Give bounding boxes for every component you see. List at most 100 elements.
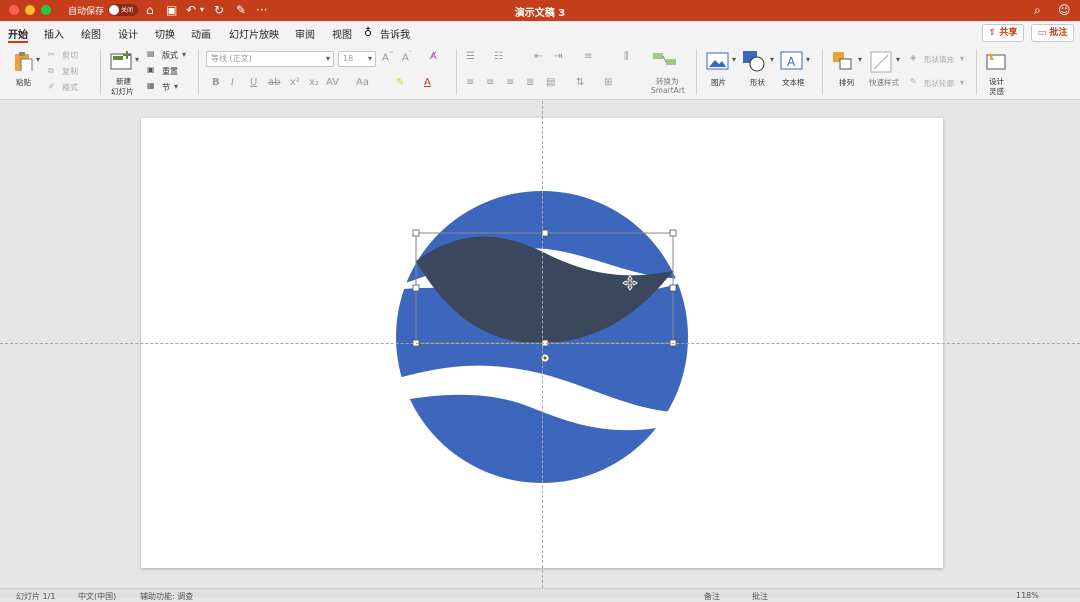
- textbox-label[interactable]: 文本框: [782, 77, 805, 88]
- tell-me[interactable]: 告诉我: [380, 26, 410, 41]
- picture-label[interactable]: 图片: [711, 77, 726, 88]
- superscript-button[interactable]: x²: [290, 77, 300, 88]
- increase-indent-icon[interactable]: ⇥: [554, 51, 562, 62]
- text-direction-icon[interactable]: ⇅: [576, 77, 584, 88]
- copy-icon[interactable]: ⧉: [48, 66, 54, 76]
- shape-icon[interactable]: [742, 50, 768, 72]
- section-icon[interactable]: ▦: [147, 81, 155, 90]
- new-slide-label-2[interactable]: 幻灯片: [111, 86, 134, 97]
- cut-icon[interactable]: ✂: [48, 50, 55, 59]
- resize-handle[interactable]: [669, 229, 677, 237]
- font-name-select[interactable]: 等线 (正文) ▾: [206, 51, 334, 67]
- resize-handle[interactable]: [669, 284, 677, 292]
- italic-button[interactable]: I: [231, 77, 234, 88]
- search-icon[interactable]: ⌕: [1034, 2, 1041, 18]
- tab-draw[interactable]: 绘图: [81, 26, 101, 41]
- cut-label[interactable]: 剪切: [62, 50, 78, 61]
- shape-dropdown-icon[interactable]: ▾: [770, 55, 774, 64]
- circle-bottom-shape[interactable]: [380, 394, 700, 521]
- align-right-icon[interactable]: ≡: [506, 77, 514, 88]
- decrease-indent-icon[interactable]: ⇤: [534, 51, 542, 62]
- underline-button[interactable]: U: [250, 77, 257, 88]
- section-dropdown-icon[interactable]: ▾: [174, 82, 178, 91]
- textbox-icon[interactable]: A: [780, 51, 804, 71]
- font-size-select[interactable]: 18 ▾: [338, 51, 376, 67]
- increase-font-icon[interactable]: A^: [382, 51, 394, 63]
- paste-icon[interactable]: [12, 51, 34, 71]
- picture-dropdown-icon[interactable]: ▾: [732, 55, 736, 64]
- picture-icon[interactable]: [706, 51, 730, 71]
- shape-label[interactable]: 形状: [750, 77, 765, 88]
- tab-transitions[interactable]: 切换: [155, 26, 175, 41]
- notes-button[interactable]: 备注: [704, 591, 720, 602]
- tab-home[interactable]: 开始: [8, 26, 28, 43]
- justify-icon[interactable]: ≣: [526, 77, 534, 88]
- new-slide-dropdown-icon[interactable]: ▾: [135, 55, 139, 64]
- language-status[interactable]: 中文(中国): [78, 591, 116, 602]
- horizontal-guide[interactable]: [0, 343, 1080, 344]
- decrease-font-icon[interactable]: Aˇ: [402, 51, 412, 63]
- strikethrough-button[interactable]: ab: [268, 77, 280, 88]
- new-slide-icon[interactable]: [110, 51, 132, 71]
- layout-label[interactable]: 版式: [162, 50, 178, 61]
- layout-dropdown-icon[interactable]: ▾: [182, 50, 186, 59]
- lightbulb-icon[interactable]: ♁: [364, 26, 372, 39]
- shape-fill-dropdown-icon[interactable]: ▾: [960, 54, 964, 63]
- slide-canvas[interactable]: [0, 101, 1080, 588]
- distributed-icon[interactable]: ▤: [546, 77, 555, 88]
- line-spacing-icon[interactable]: ≡: [584, 51, 592, 62]
- tab-review[interactable]: 审阅: [295, 26, 315, 41]
- comments-status-button[interactable]: 批注: [752, 591, 768, 602]
- vertical-guide[interactable]: [542, 101, 543, 588]
- reset-label[interactable]: 重置: [162, 66, 178, 77]
- smartart-icon[interactable]: [652, 51, 678, 69]
- shape-outline-icon[interactable]: ✎: [910, 77, 917, 86]
- font-color-icon[interactable]: A: [424, 77, 431, 88]
- bullets-icon[interactable]: ☰: [466, 51, 475, 62]
- accessibility-status[interactable]: 辅助功能: 调查: [140, 591, 193, 602]
- account-icon[interactable]: ☺: [1058, 2, 1071, 18]
- arrange-label[interactable]: 排列: [839, 77, 854, 88]
- textbox-dropdown-icon[interactable]: ▾: [806, 55, 810, 64]
- columns-icon[interactable]: ⫼: [624, 51, 629, 62]
- layout-icon[interactable]: ▤: [147, 49, 155, 58]
- paste-dropdown-icon[interactable]: ▾: [36, 55, 40, 64]
- format-painter-icon[interactable]: ✐: [48, 82, 55, 91]
- quick-styles-icon[interactable]: [870, 51, 894, 73]
- shape-fill-icon[interactable]: ◈: [910, 53, 916, 62]
- char-spacing-button[interactable]: AV: [326, 77, 339, 88]
- align-center-icon[interactable]: ≡: [486, 77, 494, 88]
- align-text-icon[interactable]: ⊞: [604, 77, 612, 88]
- design-ideas-icon[interactable]: [984, 50, 1008, 72]
- design-ideas-label-2[interactable]: 灵感: [989, 86, 1004, 97]
- clear-format-icon[interactable]: A̸: [430, 51, 437, 62]
- quick-styles-label[interactable]: 快速样式: [869, 77, 899, 88]
- subscript-button[interactable]: x₂: [309, 77, 319, 88]
- change-case-button[interactable]: Aa: [356, 77, 369, 88]
- shape-outline-dropdown-icon[interactable]: ▾: [960, 78, 964, 87]
- zoom-level[interactable]: 118%: [1016, 591, 1039, 600]
- tab-view[interactable]: 视图: [332, 26, 352, 41]
- copy-label[interactable]: 复制: [62, 66, 78, 77]
- resize-handle[interactable]: [412, 284, 420, 292]
- quick-styles-dropdown-icon[interactable]: ▾: [896, 55, 900, 64]
- shape-fill-label[interactable]: 形状填充: [924, 54, 954, 65]
- paste-label[interactable]: 粘贴: [16, 77, 31, 88]
- tab-animations[interactable]: 动画: [191, 26, 211, 41]
- tab-insert[interactable]: 插入: [44, 26, 64, 41]
- section-label[interactable]: 节: [162, 82, 170, 93]
- tab-slideshow[interactable]: 幻灯片放映: [229, 26, 279, 41]
- reset-icon[interactable]: ▣: [147, 65, 155, 74]
- resize-handle[interactable]: [412, 229, 420, 237]
- format-painter-label[interactable]: 格式: [62, 82, 78, 93]
- arrange-icon[interactable]: [832, 51, 856, 71]
- shape-outline-label[interactable]: 形状轮廓: [924, 78, 954, 89]
- align-left-icon[interactable]: ≡: [466, 77, 474, 88]
- convert-smartart-label-2[interactable]: SmartArt: [651, 86, 685, 95]
- tab-design[interactable]: 设计: [118, 26, 138, 41]
- comments-button[interactable]: ▭ 批注: [1031, 24, 1074, 42]
- highlight-icon[interactable]: ✎: [396, 77, 404, 88]
- arrange-dropdown-icon[interactable]: ▾: [858, 55, 862, 64]
- bold-button[interactable]: B: [212, 77, 220, 88]
- numbering-icon[interactable]: ☷: [494, 51, 503, 62]
